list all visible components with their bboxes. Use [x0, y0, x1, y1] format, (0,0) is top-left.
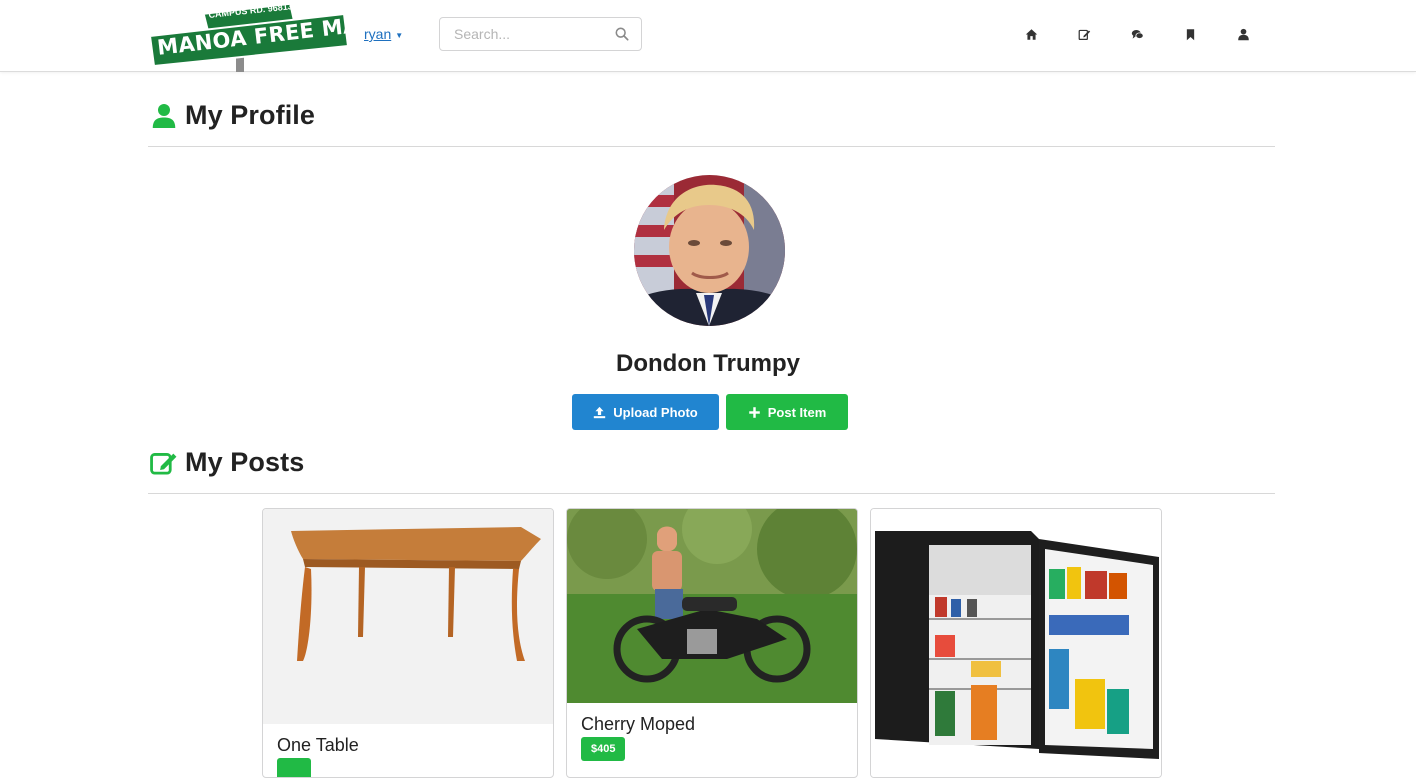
- edit-icon: [149, 448, 179, 478]
- posts-header: My Posts: [149, 447, 304, 478]
- user-icon: [149, 101, 179, 131]
- post-card-fridge[interactable]: [870, 508, 1162, 778]
- post-card-moped[interactable]: Cherry Moped $405: [566, 508, 858, 778]
- post-image: [871, 509, 1161, 777]
- avatar: [634, 175, 785, 326]
- section-title: My Posts: [185, 447, 305, 477]
- page-title: My Profile: [185, 100, 316, 130]
- navbar: CAMPUS RD. 96813 MANOA FREE MARKET ryan ▼: [0, 0, 1416, 72]
- upload-photo-button[interactable]: Upload Photo: [572, 394, 719, 430]
- site-logo[interactable]: CAMPUS RD. 96813 MANOA FREE MARKET: [148, 1, 422, 72]
- post-price-badge: $405: [581, 737, 626, 761]
- bookmark-icon[interactable]: [1178, 24, 1202, 44]
- profile-name: Dondon Trumpy: [616, 350, 800, 377]
- post-image: [567, 509, 857, 703]
- divider: [148, 146, 1275, 147]
- divider: [148, 493, 1275, 494]
- post-item-label: Post Item: [767, 404, 827, 420]
- nav-icons: [1019, 24, 1284, 44]
- post-image: [263, 509, 553, 724]
- post-title: Cherry Moped: [581, 714, 696, 734]
- user-dropdown[interactable]: ryan ▼: [364, 26, 403, 42]
- caret-down-icon: ▼: [395, 30, 404, 40]
- upload-photo-label: Upload Photo: [613, 404, 698, 420]
- search-icon[interactable]: [615, 27, 629, 41]
- post-price-badge: [277, 758, 311, 777]
- post-item-button[interactable]: Post Item: [726, 394, 848, 430]
- post-card-table[interactable]: One Table: [262, 508, 554, 778]
- edit-icon[interactable]: [1072, 24, 1096, 44]
- search-input[interactable]: [440, 18, 600, 50]
- profile-header: My Profile: [149, 100, 315, 131]
- post-title: One Table: [277, 735, 359, 755]
- home-icon[interactable]: [1019, 24, 1043, 44]
- upload-icon: [594, 406, 606, 418]
- plus-icon: [748, 406, 760, 418]
- chat-icon[interactable]: [1125, 24, 1149, 44]
- search-box: [439, 17, 642, 51]
- user-name: ryan: [364, 26, 392, 42]
- user-icon[interactable]: [1231, 24, 1255, 44]
